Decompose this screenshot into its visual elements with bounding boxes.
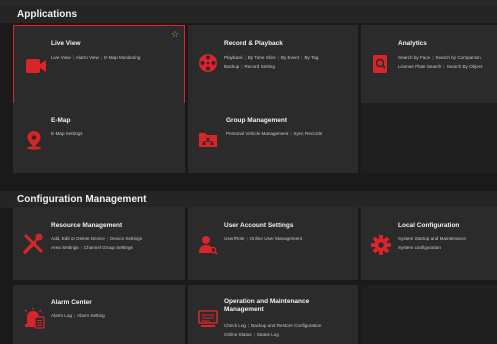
tile-alarm-center[interactable]: Alarm Center Alarm Log | Alarm Setting xyxy=(13,285,185,344)
tile-links-live-view: Live View | Alarm View | E-Map Monitoring xyxy=(51,55,141,60)
title-line-2: Management xyxy=(224,306,264,313)
link-sync-records[interactable]: Sync Records xyxy=(294,131,323,136)
tile-empty xyxy=(361,103,497,173)
tile-title-resource-management: Resource Management xyxy=(51,222,123,229)
link-backup[interactable]: Backup xyxy=(224,64,239,69)
tile-links-user-account-settings: User/Role | Online User Management xyxy=(224,236,302,241)
link-live-view[interactable]: Live View xyxy=(51,55,71,60)
link-system-configuration[interactable]: System configuration xyxy=(398,245,441,250)
tile-title-alarm-center: Alarm Center xyxy=(51,299,92,306)
link-user-role[interactable]: User/Role xyxy=(224,236,244,241)
tile-group-management[interactable]: Group Management Personal Vehicle Manage… xyxy=(188,103,358,173)
tile-title-analytics: Analytics xyxy=(398,40,427,47)
link-playback[interactable]: Playback xyxy=(224,55,243,60)
link-online-status[interactable]: Online Status xyxy=(224,332,252,337)
tile-empty-bottom xyxy=(361,285,497,344)
link-online-user-management[interactable]: Online User Management xyxy=(250,236,302,241)
tile-links-resource-management: Add, Edit or Delete Device | Device Settin… xyxy=(51,236,143,250)
link-search-by-face[interactable]: Search by Face xyxy=(398,55,430,60)
link-add-edit-delete-device[interactable]: Add, Edit or Delete Device xyxy=(51,236,105,241)
link-check-log[interactable]: Check Log xyxy=(224,323,246,328)
link-device-settings[interactable]: Device Settings xyxy=(110,236,142,241)
tile-title-user-account-settings: User Account Settings xyxy=(224,222,294,229)
link-by-event[interactable]: By Event xyxy=(281,55,299,60)
video-camera-icon xyxy=(26,59,46,73)
tile-title-emap: E-Map xyxy=(51,117,71,124)
title-line-1: Operation and Maintenance xyxy=(224,298,310,305)
section-title-applications: Applications xyxy=(0,6,497,23)
link-record-setting[interactable]: Record Setting xyxy=(245,64,275,69)
link-by-time-slice[interactable]: By Time Slice xyxy=(248,55,276,60)
film-reel-icon xyxy=(199,54,217,72)
tile-links-record-playback: Playback | By Time Slice | By Event | By Tag B… xyxy=(224,55,319,69)
tile-links-group-management: Personal Vehicle Management | Sync Records xyxy=(226,131,323,136)
search-document-icon xyxy=(373,55,387,73)
tile-emap[interactable]: E-Map E-Map Settings xyxy=(13,103,185,173)
link-alarm-setting[interactable]: Alarm Setting xyxy=(77,313,105,318)
tile-title-group-management: Group Management xyxy=(226,117,288,124)
link-emap-settings[interactable]: E-Map Settings xyxy=(51,131,82,136)
link-license-plate-search[interactable]: License Plate Search xyxy=(398,64,441,69)
tile-links-local-configuration: System Startup and Maintenance System co… xyxy=(398,234,466,252)
link-status-log[interactable]: Status Log xyxy=(257,332,279,337)
tile-local-configuration[interactable]: Local Configuration System Startup and M… xyxy=(361,207,497,280)
tile-title-record-playback: Record & Playback xyxy=(224,40,283,47)
map-pin-icon xyxy=(27,131,41,150)
tile-links-emap: E-Map Settings xyxy=(51,129,82,138)
tile-links-operation-maintenance: Check Log | Backup and Restore Configurati… xyxy=(224,323,322,337)
link-backup-restore-configuration[interactable]: Backup and Restore Configuration xyxy=(251,323,321,328)
section-title-configuration: Configuration Management xyxy=(0,191,497,208)
link-alarm-view[interactable]: Alarm View xyxy=(76,55,99,60)
tile-links-analytics: Search by Face | Search by Companion Licen… xyxy=(398,55,483,69)
tile-title-live-view: Live View xyxy=(51,40,81,47)
link-search-by-object[interactable]: Search By Object xyxy=(447,64,483,69)
user-search-icon xyxy=(199,236,218,255)
tile-resource-management[interactable]: Resource Management Add, Edit or Delete … xyxy=(13,207,185,280)
tile-links-alarm-center: Alarm Log | Alarm Setting xyxy=(51,313,105,318)
link-personal-vehicle-management[interactable]: Personal Vehicle Management xyxy=(226,131,288,136)
link-system-startup-maintenance[interactable]: System Startup and Maintenance xyxy=(398,236,466,241)
alarm-icon xyxy=(24,307,45,329)
link-area-settings[interactable]: Area Settings xyxy=(51,245,79,250)
link-emap-monitoring[interactable]: E-Map Monitoring xyxy=(104,55,140,60)
tile-operation-maintenance[interactable]: Operation and Maintenance Management Che… xyxy=(188,285,358,344)
tile-title-operation-maintenance: Operation and Maintenance Management xyxy=(224,298,309,314)
monitor-log-icon xyxy=(198,310,218,327)
tile-user-account-settings[interactable]: User Account Settings User/Role | Online U… xyxy=(188,207,358,280)
star-icon[interactable]: ☆ xyxy=(171,29,179,40)
link-channel-group-settings[interactable]: Channel Group Settings xyxy=(84,245,133,250)
link-alarm-log[interactable]: Alarm Log xyxy=(51,313,72,318)
link-by-tag[interactable]: By Tag xyxy=(304,55,318,60)
tools-icon xyxy=(23,233,43,254)
gear-icon xyxy=(371,235,391,255)
link-search-by-companion[interactable]: Search by Companion xyxy=(435,55,480,60)
folder-group-icon xyxy=(199,133,217,147)
tile-title-local-configuration: Local Configuration xyxy=(398,222,460,229)
